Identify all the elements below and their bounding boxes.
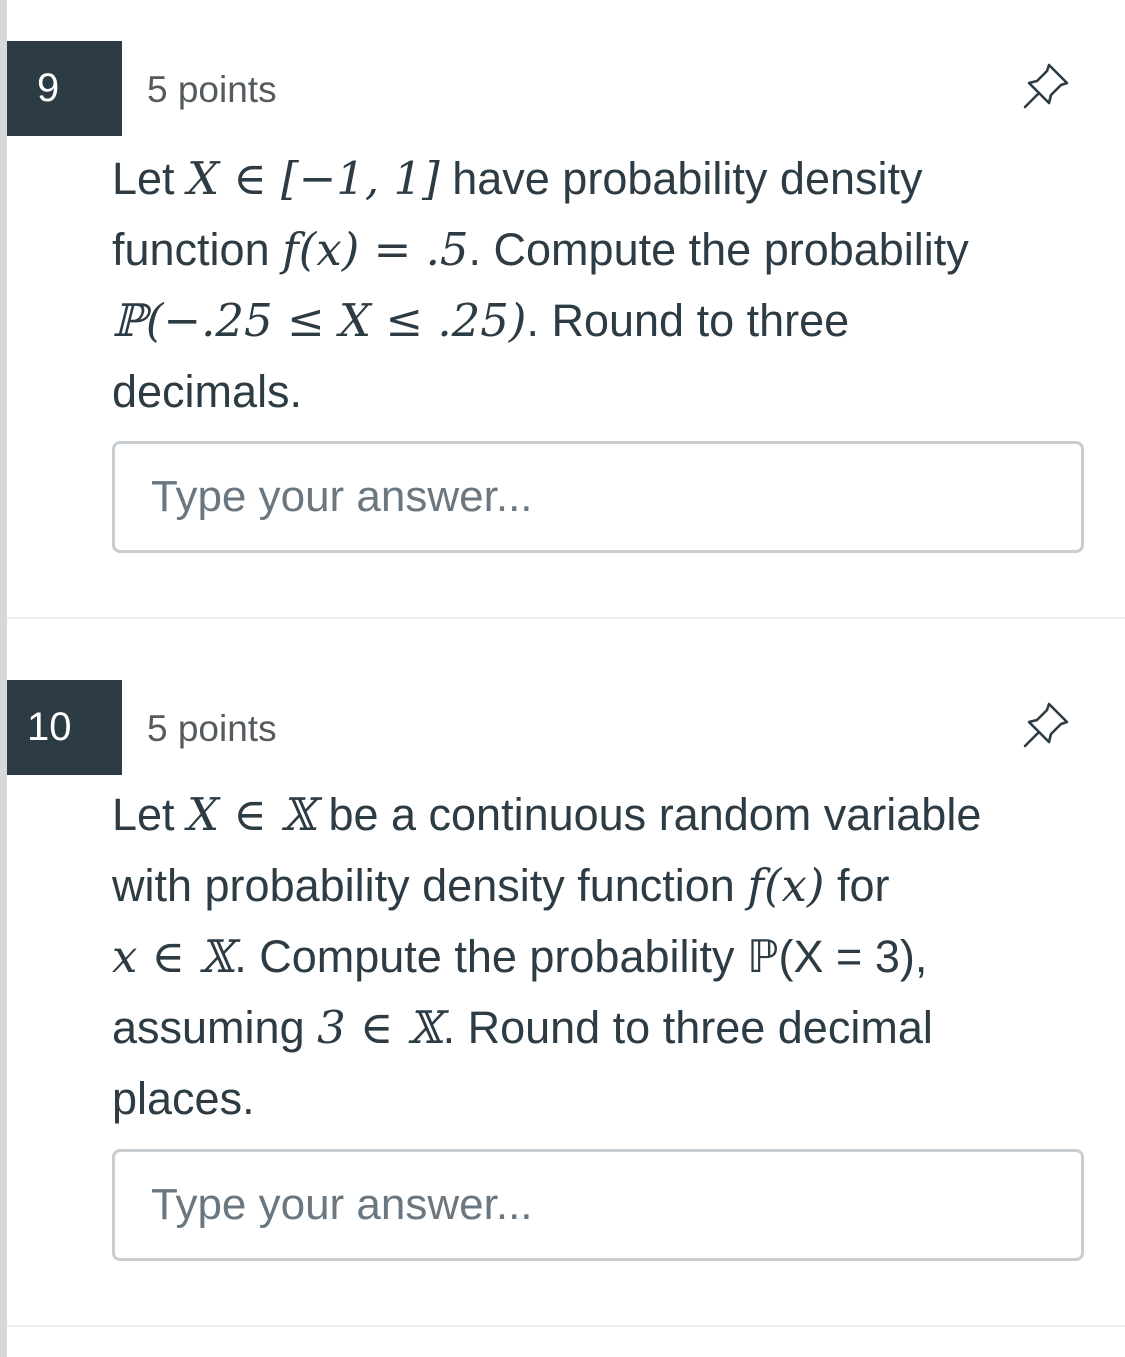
question-text-line: x ∈ 𝕏. Compute the probability ℙ(X = 3), <box>112 930 928 983</box>
question-number-badge: 10 <box>7 680 122 775</box>
question-divider <box>7 617 1125 619</box>
answer-input[interactable] <box>112 1149 1084 1261</box>
question-points: 5 points <box>147 708 277 749</box>
left-border-rule <box>0 0 7 1357</box>
pushpin-icon[interactable] <box>1019 59 1073 113</box>
question-text: Let X ∈ 𝕏 be a continuous random variabl… <box>112 779 1102 1134</box>
question-10: 10 5 points Let X ∈ 𝕏 be a continuous ra… <box>7 680 1125 1326</box>
pushpin-icon[interactable] <box>1019 698 1073 752</box>
question-text-line: ℙ(−.25 ≤ X ≤ .25). Round to three <box>112 294 850 347</box>
question-text-line: assuming 3 ∈ 𝕏. Round to three decimal <box>112 1001 933 1054</box>
question-number-badge: 9 <box>7 41 122 136</box>
question-text: Let X ∈ [−1, 1] have probability density… <box>112 143 1102 427</box>
question-text-line: places. <box>112 1073 255 1124</box>
answer-input[interactable] <box>112 441 1084 553</box>
question-text-line: Let X ∈ 𝕏 be a continuous random variabl… <box>112 788 982 841</box>
question-text-line: decimals. <box>112 366 303 417</box>
question-text-line: Let X ∈ [−1, 1] have probability density <box>112 152 923 205</box>
question-points: 5 points <box>147 69 277 110</box>
question-text-line: function f(x) = .5. Compute the probabil… <box>112 223 969 276</box>
question-9: 9 5 points Let X ∈ [−1, 1] have probabil… <box>7 41 1125 618</box>
question-divider <box>7 1325 1125 1327</box>
question-text-line: with probability density function f(x) f… <box>112 859 890 912</box>
